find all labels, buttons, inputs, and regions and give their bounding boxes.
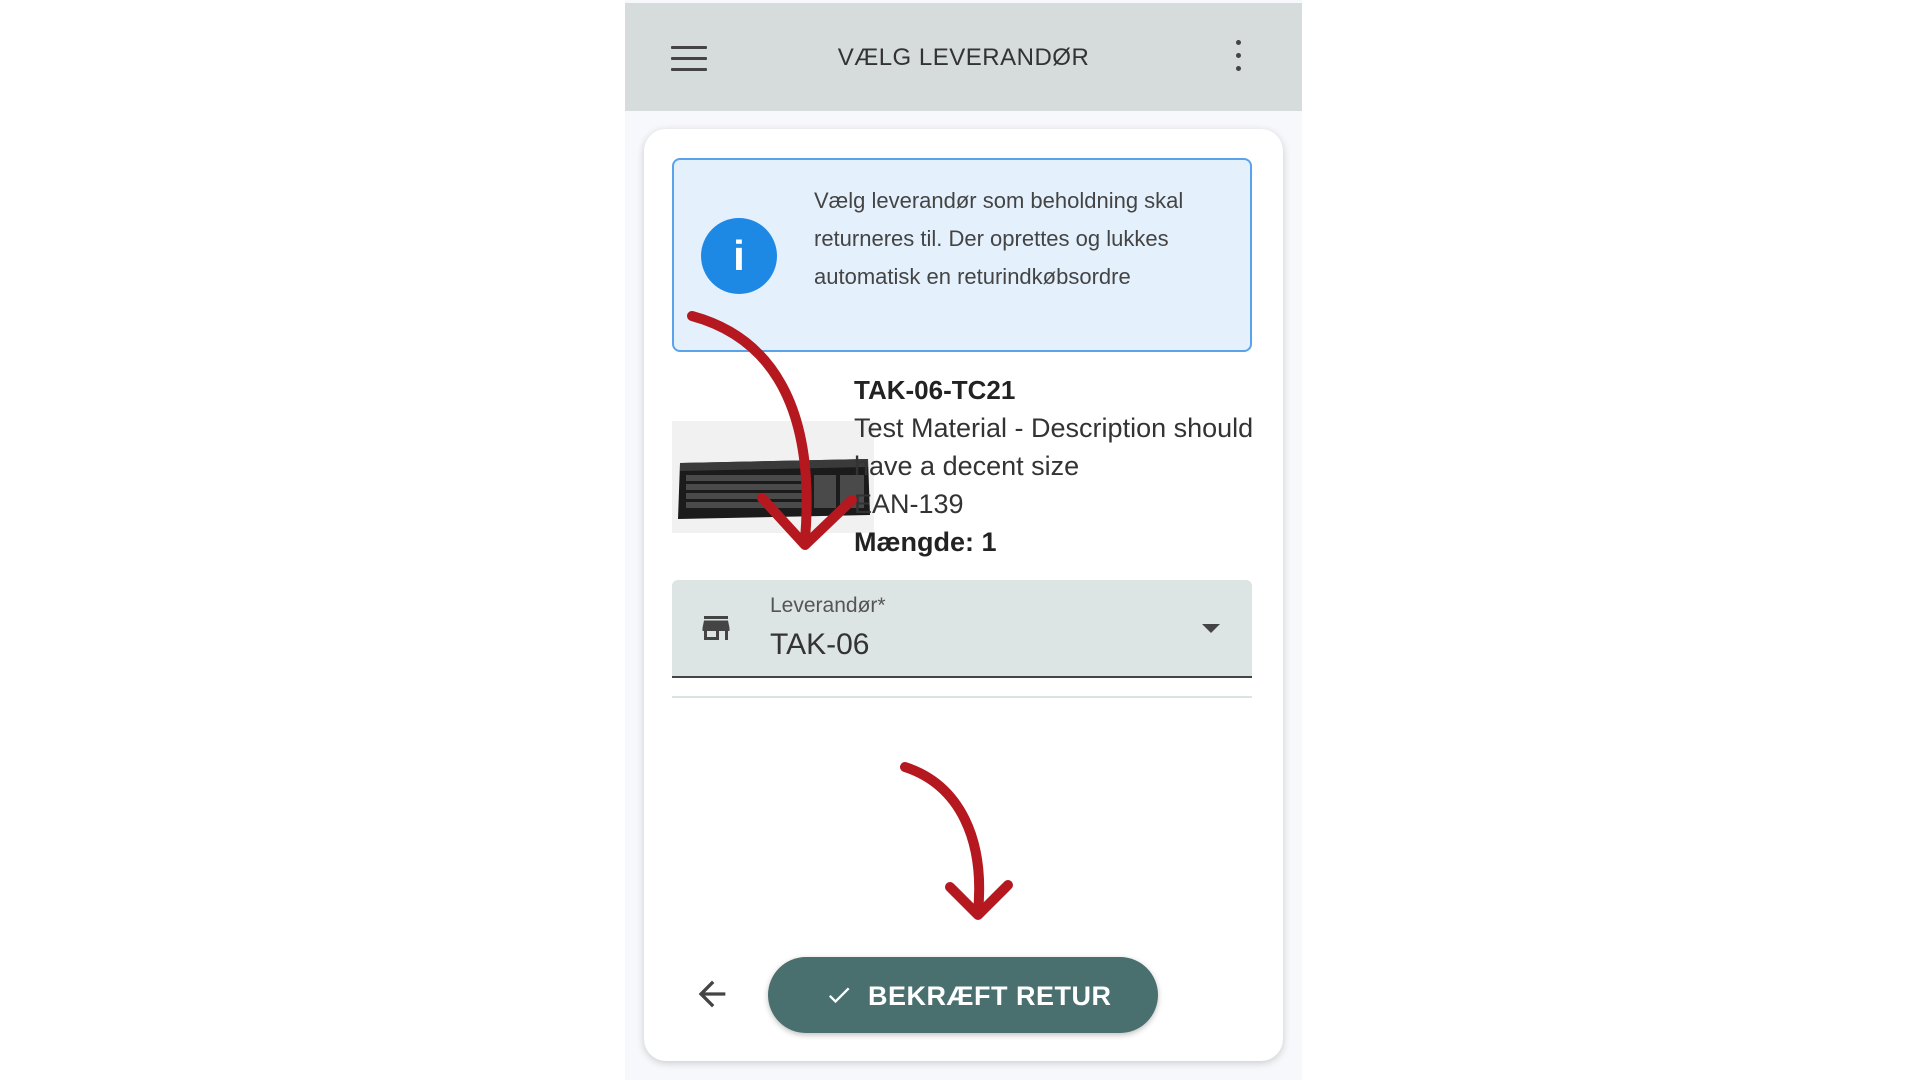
keyboard-image (672, 421, 874, 533)
phone-screen: VÆLG LEVERANDØR i Vælg leverandør som be… (625, 0, 1302, 1080)
divider (672, 696, 1252, 698)
product-details: TAK-06-TC21 Test Material - Description … (854, 371, 1264, 561)
supplier-value: TAK-06 (770, 628, 870, 661)
app-bar: VÆLG LEVERANDØR (625, 3, 1302, 111)
arrow-back-icon[interactable] (692, 974, 732, 1014)
store-icon (702, 616, 730, 640)
content-card: i Vælg leverandør som beholdning skal re… (644, 129, 1283, 1061)
confirm-return-label: BEKRÆFT RETUR (868, 981, 1112, 1011)
dropdown-arrow-icon[interactable] (1202, 624, 1220, 633)
product-description: Test Material - Description should have … (854, 413, 1254, 481)
product-code: TAK-06-TC21 (854, 375, 1016, 405)
confirm-return-button[interactable]: BEKRÆFT RETUR (768, 957, 1158, 1033)
supplier-label: Leverandør* (770, 594, 886, 617)
check-icon (828, 987, 850, 1004)
supplier-select[interactable]: Leverandør* TAK-06 (672, 580, 1252, 678)
info-icon: i (701, 218, 777, 294)
info-text: Vælg leverandør som beholdning skal retu… (814, 188, 1184, 289)
product-quantity: Mængde: 1 (854, 527, 997, 557)
info-alert: i Vælg leverandør som beholdning skal re… (672, 158, 1252, 352)
page-title: VÆLG LEVERANDØR (837, 44, 1090, 71)
product-ean: EAN-139 (854, 489, 964, 519)
more-vert-icon[interactable] (1228, 40, 1248, 80)
